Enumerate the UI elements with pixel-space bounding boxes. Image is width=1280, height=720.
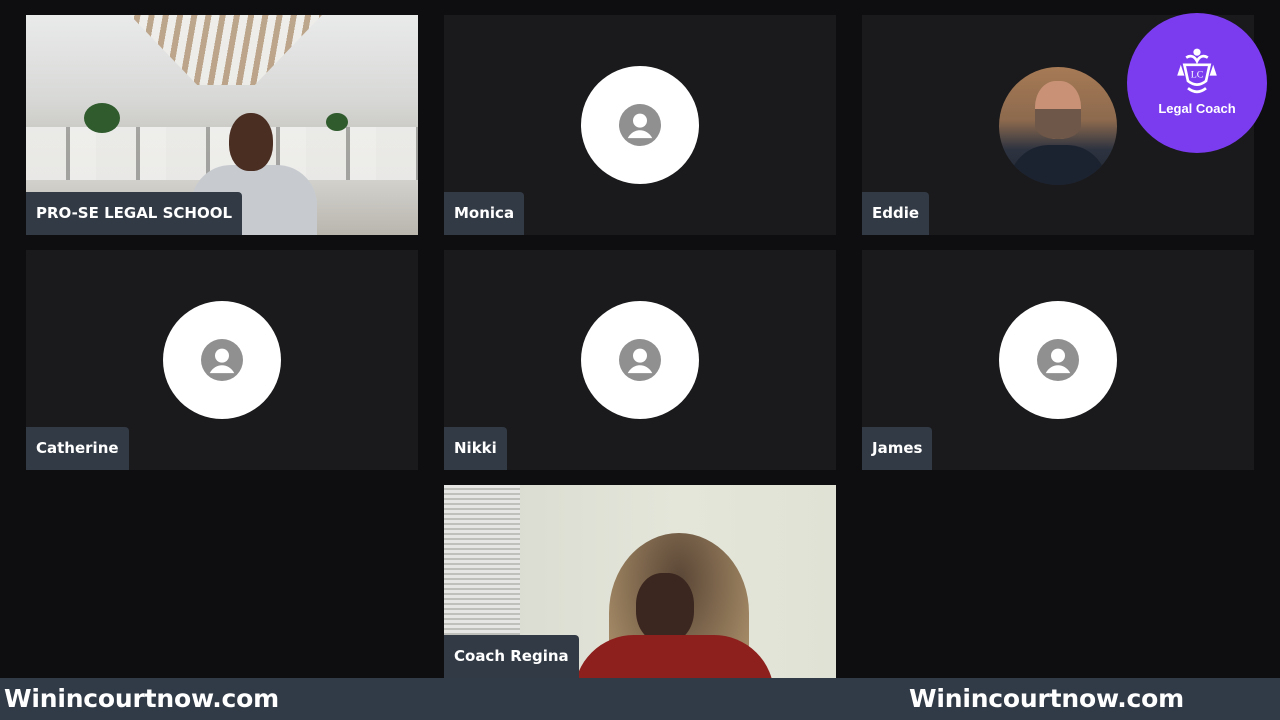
plant-image	[84, 103, 120, 133]
participant-name-tag: Catherine	[26, 427, 129, 470]
footer-url-right: Winincourtnow.com	[909, 684, 1184, 713]
participant-tile-pro-se-legal-school[interactable]: PRO-SE LEGAL SCHOOL	[26, 15, 418, 235]
scales-of-justice-icon: LC	[1177, 48, 1217, 93]
participant-name-tag: Monica	[444, 192, 525, 235]
participant-tile-james[interactable]: James	[862, 250, 1254, 470]
office-ceiling-image	[130, 15, 322, 85]
avatar	[581, 301, 699, 419]
avatar	[163, 301, 281, 419]
user-circle-icon	[201, 339, 243, 381]
avatar	[581, 66, 699, 184]
footer-banner: Winincourtnow.com Winincourtnow.com	[0, 678, 1280, 720]
footer-url-left: Winincourtnow.com	[4, 684, 279, 713]
participant-name-tag: Eddie	[862, 192, 930, 235]
participant-name-tag: PRO-SE LEGAL SCHOOL	[26, 192, 243, 235]
participant-name-tag: Coach Regina	[444, 635, 579, 678]
participant-tile-monica[interactable]: Monica	[444, 15, 836, 235]
video-call-grid: PRO-SE LEGAL SCHOOL Monica Eddie Catheri…	[0, 0, 1280, 720]
avatar	[999, 67, 1117, 185]
plant-image	[326, 113, 348, 131]
user-circle-icon	[619, 104, 661, 146]
logo-text: Legal Coach	[1158, 100, 1236, 116]
participant-name-tag: Nikki	[444, 427, 507, 470]
user-circle-icon	[619, 339, 661, 381]
participant-tile-coach-regina[interactable]: Coach Regina	[444, 485, 836, 678]
participant-tile-catherine[interactable]: Catherine	[26, 250, 418, 470]
participant-name-tag: James	[862, 427, 933, 470]
legal-coach-logo: LC Legal Coach	[1127, 13, 1267, 153]
participant-tile-nikki[interactable]: Nikki	[444, 250, 836, 470]
svg-text:LC: LC	[1191, 69, 1204, 80]
user-circle-icon	[1037, 339, 1079, 381]
avatar	[999, 301, 1117, 419]
